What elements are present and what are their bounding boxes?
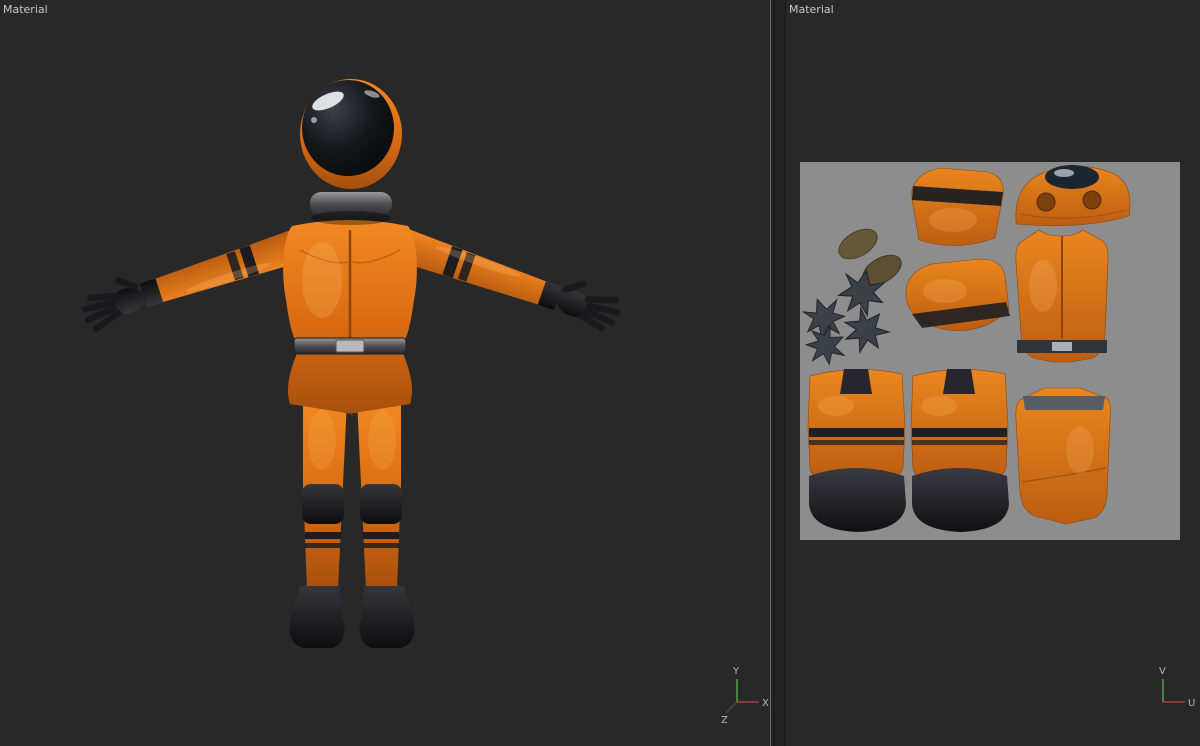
uv-island-helmet bbox=[1015, 165, 1131, 227]
uv-island-sleeve-upper bbox=[910, 167, 1004, 246]
uv-island-torso-front bbox=[1015, 229, 1109, 363]
astronaut-arm-right bbox=[394, 227, 620, 332]
astronaut-leg-left bbox=[289, 398, 347, 648]
viewport-3d[interactable]: Material Y X Z bbox=[0, 0, 770, 746]
uv-island-sleeve-lower bbox=[905, 258, 1010, 331]
astronaut-leg-right bbox=[357, 398, 415, 648]
axis-gizmo-3d: Y X Z bbox=[712, 661, 772, 726]
uv-texture-canvas[interactable] bbox=[800, 162, 1180, 540]
viewport-uv-label: Material bbox=[789, 3, 834, 16]
u-axis-label: U bbox=[1188, 698, 1195, 709]
x-axis-label: X bbox=[762, 698, 769, 709]
uv-island-soles bbox=[838, 228, 902, 286]
viewport-splitter[interactable] bbox=[770, 0, 786, 746]
uv-island-leg-right bbox=[910, 368, 1010, 533]
y-axis-label: Y bbox=[732, 666, 740, 677]
astronaut-helmet bbox=[300, 79, 402, 225]
axis-gizmo-uv: V U bbox=[1138, 661, 1198, 725]
uv-island-torso-back bbox=[1015, 387, 1111, 525]
astronaut-torso bbox=[283, 220, 417, 414]
v-axis-label: V bbox=[1159, 666, 1166, 677]
uv-islands bbox=[800, 165, 1131, 533]
astronaut-model[interactable] bbox=[0, 0, 770, 746]
z-axis-icon bbox=[725, 701, 738, 714]
viewport-uv[interactable]: Material V U bbox=[786, 0, 1200, 746]
z-axis-label: Z bbox=[721, 715, 728, 725]
astronaut-arm-left bbox=[82, 227, 308, 333]
uv-island-leg-left bbox=[807, 368, 907, 533]
viewport-3d-label: Material bbox=[3, 3, 48, 16]
